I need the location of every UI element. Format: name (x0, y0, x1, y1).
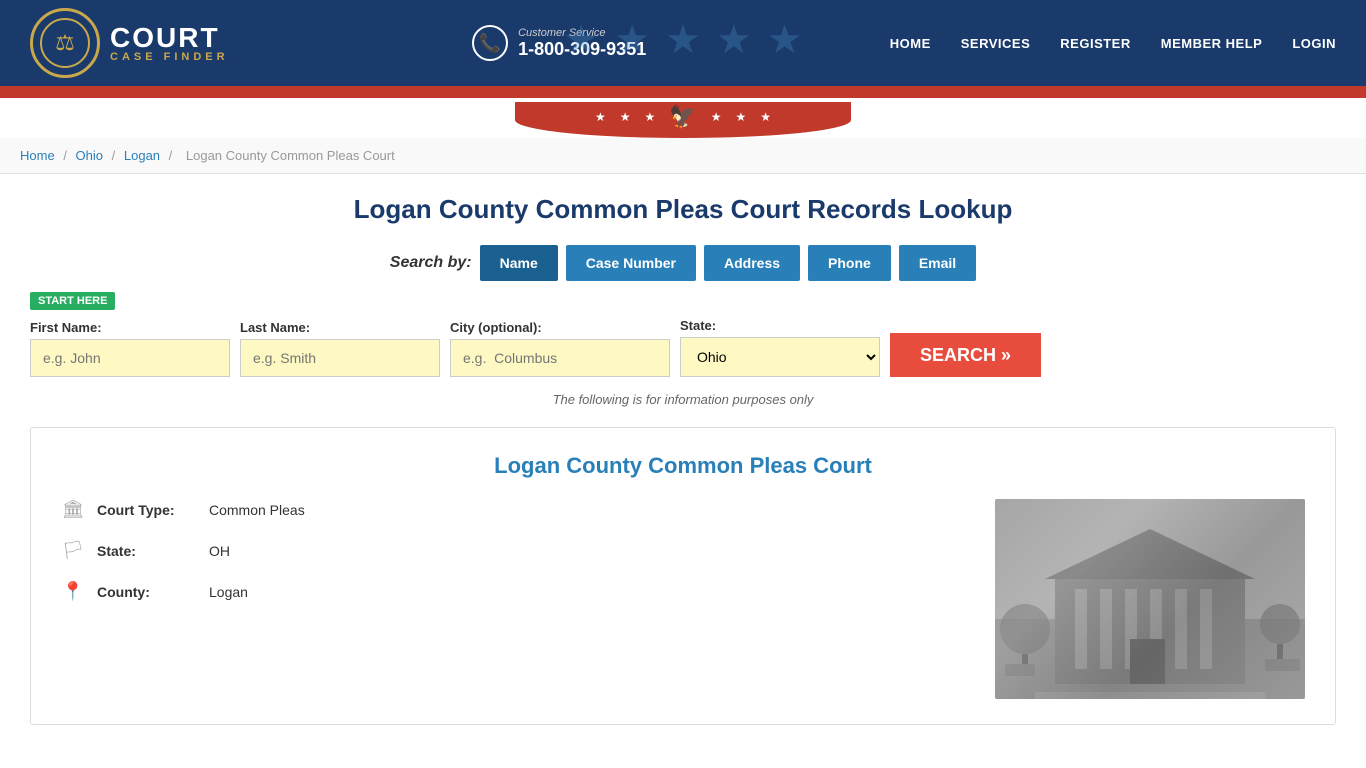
state-select[interactable]: Ohio Alabama Alaska Arizona Arkansas Cal… (680, 337, 880, 377)
court-info-title: Logan County Common Pleas Court (61, 453, 1305, 479)
search-form-area: START HERE First Name: Last Name: City (… (30, 291, 1336, 377)
header-star-2: ★ (614, 17, 650, 63)
logo-area: ⚖ COURT CASE FINDER (30, 8, 229, 78)
county-icon: 📍 (61, 581, 85, 602)
eagle-icon: 🦅 (669, 104, 696, 130)
city-group: City (optional): (450, 320, 670, 377)
state-group: State: Ohio Alabama Alaska Arizona Arkan… (680, 318, 880, 377)
main-nav: HOME SERVICES REGISTER MEMBER HELP LOGIN (890, 36, 1336, 51)
county-value: Logan (209, 584, 248, 600)
breadcrumb: Home / Ohio / Logan / Logan County Commo… (0, 138, 1366, 174)
court-type-row: 🏛 Court Type: Common Pleas (61, 499, 965, 520)
header-star-1: ★ (563, 17, 599, 63)
search-button[interactable]: SEARCH » (890, 333, 1041, 377)
court-details-left: 🏛 Court Type: Common Pleas 🏳 State: OH 📍… (61, 499, 965, 699)
star-left-1: ★ (595, 110, 606, 124)
tab-case-number[interactable]: Case Number (566, 245, 696, 281)
court-type-icon: 🏛 (61, 499, 85, 520)
tab-name[interactable]: Name (480, 245, 558, 281)
info-note: The following is for information purpose… (30, 392, 1336, 407)
page-title: Logan County Common Pleas Court Records … (30, 194, 1336, 225)
city-label: City (optional): (450, 320, 670, 335)
star-left-3: ★ (645, 110, 656, 124)
search-by-label: Search by: (390, 254, 472, 272)
last-name-label: Last Name: (240, 320, 440, 335)
court-type-label: Court Type: (97, 502, 197, 518)
first-name-group: First Name: (30, 320, 230, 377)
logo-case-finder-text: CASE FINDER (110, 52, 229, 63)
search-by-row: Search by: Name Case Number Address Phon… (30, 245, 1336, 281)
search-section: Search by: Name Case Number Address Phon… (30, 245, 1336, 377)
county-row: 📍 County: Logan (61, 581, 965, 602)
breadcrumb-sep-2: / (112, 148, 119, 163)
state-icon: 🏳 (61, 540, 85, 561)
tab-address[interactable]: Address (704, 245, 800, 281)
court-building-svg (995, 499, 1305, 699)
breadcrumb-sep-1: / (63, 148, 70, 163)
court-type-value: Common Pleas (209, 502, 305, 518)
star-right-2: ★ (735, 110, 746, 124)
logo-text: COURT CASE FINDER (110, 24, 229, 63)
nav-services[interactable]: SERVICES (961, 36, 1031, 51)
header-star-3: ★ (665, 17, 701, 63)
nav-register[interactable]: REGISTER (1060, 36, 1130, 51)
nav-login[interactable]: LOGIN (1292, 36, 1336, 51)
court-image (995, 499, 1305, 699)
header-star-5: ★ (767, 17, 803, 63)
first-name-input[interactable] (30, 339, 230, 377)
breadcrumb-ohio[interactable]: Ohio (76, 148, 103, 163)
court-info-box: Logan County Common Pleas Court 🏛 Court … (30, 427, 1336, 725)
court-details: 🏛 Court Type: Common Pleas 🏳 State: OH 📍… (61, 499, 1305, 699)
nav-home[interactable]: HOME (890, 36, 931, 51)
state-label-detail: State: (97, 543, 197, 559)
logo-court-text: COURT (110, 24, 229, 52)
main-content: Logan County Common Pleas Court Records … (0, 174, 1366, 745)
nav-member-help[interactable]: MEMBER HELP (1161, 36, 1263, 51)
last-name-input[interactable] (240, 339, 440, 377)
last-name-group: Last Name: (240, 320, 440, 377)
header-star-4: ★ (716, 17, 752, 63)
logo-circle: ⚖ (30, 8, 100, 78)
breadcrumb-current: Logan County Common Pleas Court (186, 148, 395, 163)
star-right-1: ★ (711, 110, 722, 124)
eagle-banner: ★ ★ ★ 🦅 ★ ★ ★ (0, 98, 1366, 138)
tab-email[interactable]: Email (899, 245, 976, 281)
page-header: ★ ★ ★ ★ ★ ⚖ COURT CASE FINDER 📞 Customer… (0, 0, 1366, 86)
star-left-2: ★ (620, 110, 631, 124)
county-label: County: (97, 584, 197, 600)
breadcrumb-home[interactable]: Home (20, 148, 55, 163)
star-right-3: ★ (760, 110, 771, 124)
search-fields: First Name: Last Name: City (optional): … (30, 318, 1336, 377)
state-label: State: (680, 318, 880, 333)
logo-icon: ⚖ (40, 18, 90, 68)
city-input[interactable] (450, 339, 670, 377)
state-row: 🏳 State: OH (61, 540, 965, 561)
tab-phone[interactable]: Phone (808, 245, 891, 281)
red-stripe-top (0, 86, 1366, 98)
breadcrumb-logan[interactable]: Logan (124, 148, 160, 163)
state-value: OH (209, 543, 230, 559)
eagle-container: ★ ★ ★ 🦅 ★ ★ ★ (515, 102, 851, 138)
start-here-badge: START HERE (30, 292, 115, 310)
first-name-label: First Name: (30, 320, 230, 335)
header-stars-decoration: ★ ★ ★ ★ ★ (483, 0, 883, 80)
breadcrumb-sep-3: / (169, 148, 176, 163)
